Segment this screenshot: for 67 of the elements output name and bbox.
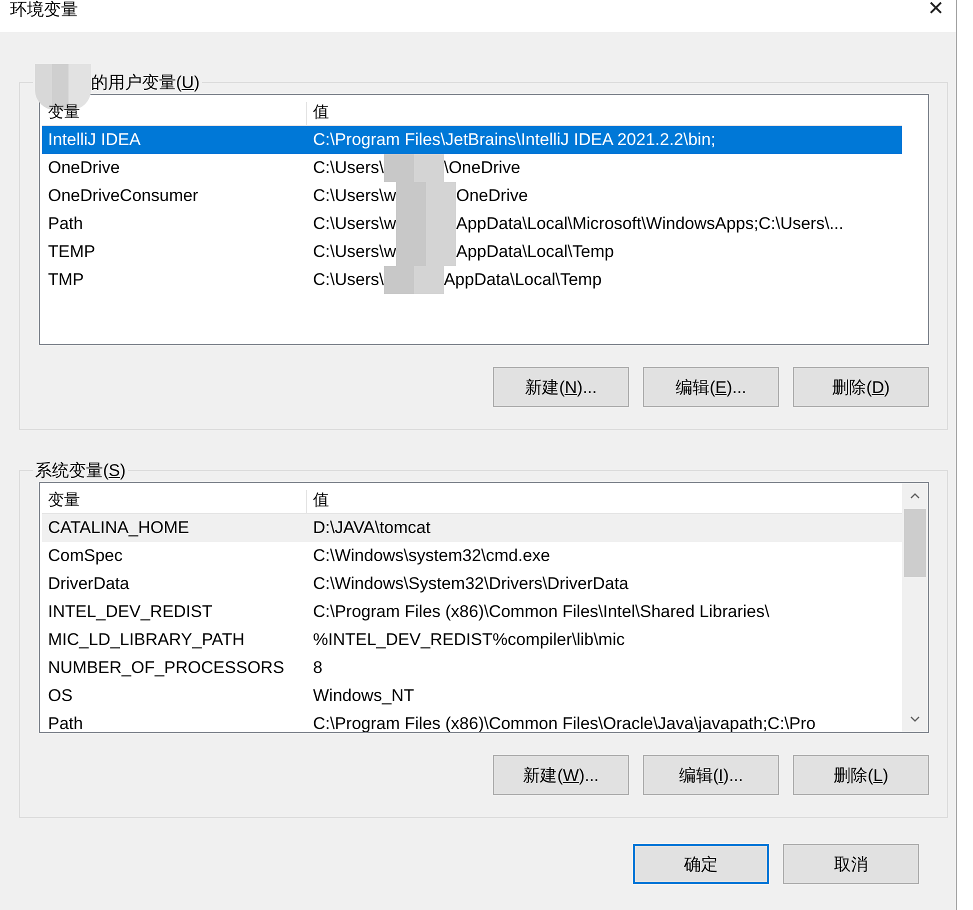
variable-row[interactable]: TEMP C:\Users\w AppData\Local\Temp [42,238,902,266]
variable-row[interactable]: IntelliJ IDEA C:\Program Files\JetBrains\IntelliJ IDEA 2021.2.2\bin; [42,126,902,154]
table-cell-text: OS [47,686,74,706]
blurred-patch [384,154,444,182]
variable-row[interactable]: OneDrive C:\Users\ \OneDrive [42,154,902,182]
close-button[interactable]: ✕ [916,0,956,24]
window-title: 环境变量 [10,0,78,20]
table-cell-text: DriverData [47,574,130,594]
table-cell-text: ComSpec [47,546,124,566]
table-cell-text: OneDrive [47,158,121,178]
table-cell: C:\Program Files (x86)\Common Files\Intel\Shared Libraries\ [313,602,770,622]
table-cell: Windows_NT [313,686,414,706]
table-cell: \OneDrive [444,158,520,178]
scroll-up-icon[interactable] [910,493,920,499]
action-button[interactable]: 新建(N)... [493,367,629,407]
column-header[interactable]: 变量 [42,102,307,125]
variable-row[interactable]: OS Windows_NT [42,682,902,710]
table-cell: OneDrive [456,186,528,206]
scrollbar[interactable] [902,483,928,732]
column-header[interactable]: 值 [307,102,335,125]
blurred-patch [384,266,444,294]
table-cell: C:\Program Files\JetBrains\IntelliJ IDEA 2021.2.2\bin; [313,130,716,150]
variable-row[interactable]: ComSpec C:\Windows\system32\cmd.exe [42,542,902,570]
group-title: 系统变量(S) [35,460,126,482]
scrollbar-thumb[interactable] [904,509,926,577]
table-cell-text: NUMBER_OF_PROCESSORS [47,658,286,678]
dialog-button[interactable]: 确定 [633,844,769,884]
table-cell: C:\Users\w [313,214,396,234]
group-title: 的用户变量(U) [91,72,200,94]
action-button[interactable]: 删除(L) [793,755,929,795]
table-cell-text: OneDriveConsumer [47,186,200,206]
scroll-down-icon[interactable] [910,716,920,722]
variable-row[interactable]: OneDriveConsumer C:\Users\w OneDrive [42,182,902,210]
variable-row[interactable]: MIC_LD_LIBRARY_PATH %INTEL_DEV_REDIST%compiler\lib\mic [42,626,902,654]
table-cell-text: TEMP [47,242,96,262]
dialog-button[interactable]: 取消 [783,844,919,884]
table-cell: %INTEL_DEV_REDIST%compiler\lib\mic [313,630,625,650]
table-cell: 8 [313,658,322,678]
column-header[interactable]: 变量 [42,490,307,513]
table-cell-text: TMP [47,270,85,290]
variable-row[interactable]: INTEL_DEV_REDIST C:\Program Files (x86)\Common Files\Intel\Shared Libraries\ [42,598,902,626]
table-cell: C:\Users\ [313,158,384,178]
table-cell-text: INTEL_DEV_REDIST [47,602,214,622]
table-cell: AppData\Local\Temp [456,242,614,262]
table-cell: D:\JAVA\tomcat [313,518,430,538]
table-cell: AppData\Local\Microsoft\WindowsApps;C:\Users\... [456,214,844,234]
table-cell: C:\Windows\System32\Drivers\DriverData [313,574,629,594]
action-button[interactable]: 删除(D) [793,367,929,407]
action-button[interactable]: 编辑(I)... [643,755,779,795]
action-button[interactable]: 编辑(E)... [643,367,779,407]
action-button[interactable]: 新建(W)... [493,755,629,795]
variable-row[interactable]: CATALINA_HOME D:\JAVA\tomcat [42,514,902,542]
table-cell: C:\Users\ [313,270,384,290]
table-cell: C:\Users\w [313,186,396,206]
table-cell: AppData\Local\Temp [444,270,602,290]
column-header[interactable]: 值 [307,490,335,513]
table-cell-text: Path [47,214,84,234]
variable-row[interactable]: Path C:\Users\w AppData\Local\Microsoft\WindowsApps;C:\Users\... [42,210,902,238]
table-cell-text: MIC_LD_LIBRARY_PATH [47,630,246,650]
variable-row[interactable]: NUMBER_OF_PROCESSORS 8 [42,654,902,682]
table-cell: C:\Windows\system32\cmd.exe [313,546,550,566]
table-cell-text: CATALINA_HOME [47,518,190,538]
variable-row[interactable]: DriverData C:\Windows\System32\Drivers\DriverData [42,570,902,598]
table-cell-text: Path [47,714,84,732]
table-cell-text: IntelliJ IDEA [47,130,142,150]
variable-row[interactable]: TMP C:\Users\ AppData\Local\Temp [42,266,902,294]
table-cell: C:\Users\w [313,242,396,262]
